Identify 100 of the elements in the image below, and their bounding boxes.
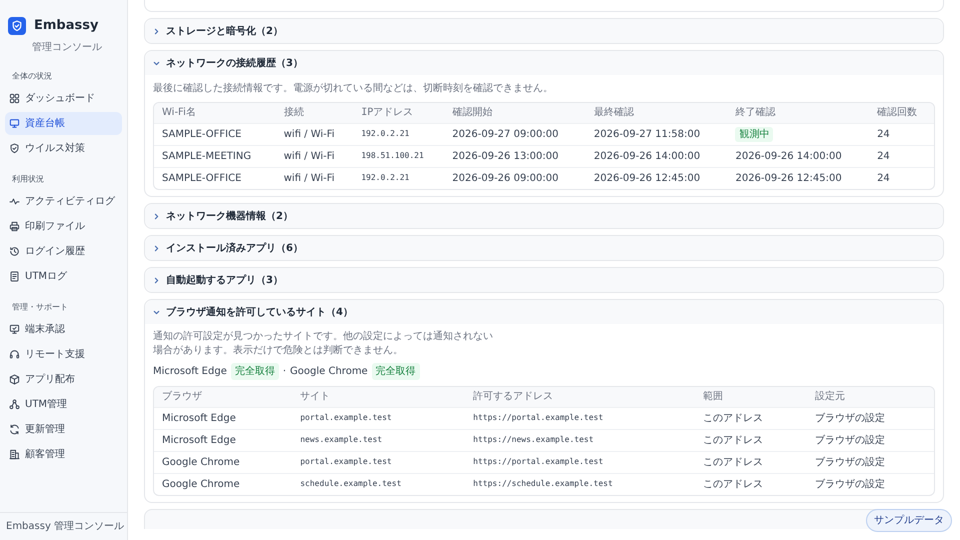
shield-check-icon [9,142,20,154]
table-cell: 2026-09-27 09:00:00 [444,123,586,145]
nav-group-label: 管理・サポート [12,302,69,313]
browser-name: Google Chrome [290,365,368,379]
column-header: Wi-Fi名 [154,103,276,123]
table-cell: このアドレス [694,451,808,473]
chevron-right-icon [153,244,160,252]
chevron-right-icon [153,212,160,220]
document-icon [9,270,20,282]
chevron-down-icon [153,60,160,66]
status-badge: 完全取得 [230,363,279,380]
shield-logo-icon [8,16,26,35]
section-header[interactable]: ネットワーク機器情報（2） [145,204,943,228]
nav-item[interactable]: アクティビティログ [5,190,122,212]
table-cell: 24 [869,167,934,189]
nav-item[interactable]: アプリ配布 [5,368,122,390]
activity-icon [9,196,20,206]
table-cell: 2026-09-26 12:45:00 [727,167,870,189]
brand-name: Embassy [34,17,98,35]
column-header: 確認開始 [444,103,586,123]
sample-data-badge: サンプルデータ [866,509,952,532]
monitor-check-icon [9,324,20,334]
network-icon [9,398,20,410]
table-cell: ブラウザの設定 [807,473,934,495]
table-cell: schedule.example.test [292,473,466,495]
nav-item[interactable]: 更新管理 [5,418,122,440]
column-header: IPアドレス [353,103,444,123]
table-cell: wifi / Wi-Fi [276,167,354,189]
nav-item[interactable]: 資産台帳 [5,112,122,134]
section-header[interactable]: ブラウザ通知を許可しているサイト（4） [145,300,943,324]
box-icon [9,374,20,384]
nav-item[interactable]: ログイン履歴 [5,240,122,262]
section-description: 通知の許可設定が見つかったサイトです。他の設定によっては通知されない場合があります。表示だけで危険とは判断できません。 [153,330,494,357]
column-header: 接続 [276,103,354,123]
table-cell: wifi / Wi-Fi [276,123,354,145]
table-cell: このアドレス [694,429,808,451]
section-header[interactable]: ネットワークの接続履歴（3） [145,51,943,75]
headset-icon [9,348,20,360]
section-header[interactable]: インストール済みアプリ（6） [145,236,943,260]
status-badge: 観測中 [735,126,774,142]
table-cell: https://news.example.test [465,429,695,451]
nav-item[interactable]: UTMログ [5,264,122,288]
column-header: サイト [292,387,466,407]
table-cell: Microsoft Edge [154,407,292,429]
nav-item[interactable]: 印刷ファイル [5,214,122,238]
nav-item[interactable]: ダッシュボード [5,86,122,110]
column-header: 許可するアドレス [465,387,695,407]
table-cell: 24 [869,145,934,167]
table-cell: 24 [869,123,934,145]
column-header: 終了確認 [727,103,870,123]
chevron-down-icon [153,308,160,316]
table-cell: Microsoft Edge [154,429,292,451]
table-cell: SAMPLE-OFFICE [154,123,276,145]
table-cell: このアドレス [694,407,808,429]
monitor-icon [9,118,20,128]
table-cell: ブラウザの設定 [807,407,934,429]
table-cell: portal.example.test [292,407,466,429]
nav-item[interactable]: 端末承認 [5,318,122,340]
footer-text: Embassy 管理コンソール [0,512,127,540]
table-cell: 2026-09-26 12:45:00 [586,167,728,189]
section-header[interactable]: 自動起動するアプリ（3） [145,268,943,292]
section-header[interactable]: ストレージと暗号化（2） [145,19,943,43]
section-description: 最後に確認した接続情報です。電源が切れている間などは、切断時刻を確認できません。 [153,82,554,96]
brand-subtitle: 管理コンソール [32,40,102,54]
table-cell: news.example.test [292,429,466,451]
printer-icon [9,220,20,232]
nav-item[interactable]: UTM管理 [5,392,122,416]
table-cell: このアドレス [694,473,808,495]
table-cell: https://portal.example.test [465,451,695,473]
building-icon [9,448,20,460]
table-cell: ブラウザの設定 [807,429,934,451]
nav-item[interactable]: リモート支援 [5,342,122,366]
status-badge: 完全取得 [372,363,420,380]
chevron-right-icon [153,28,160,34]
grid-icon [9,92,20,104]
nav-group-label: 利用状況 [12,174,45,185]
table-cell: portal.example.test [292,451,466,473]
nav-item[interactable]: 顧客管理 [5,442,122,466]
browser-name: Microsoft Edge [153,365,227,379]
column-header: 確認回数 [869,103,934,123]
table-cell: 2026-09-27 11:58:00 [586,123,728,145]
table-cell: 198.51.100.21 [353,145,444,167]
table-cell: ブラウザの設定 [807,451,934,473]
table-cell: SAMPLE-MEETING [154,145,276,167]
column-header: 設定元 [807,387,934,407]
table-cell: https://portal.example.test [465,407,695,429]
chevron-right-icon [153,276,160,284]
table-cell: 192.0.2.21 [353,123,444,145]
column-header: ブラウザ [154,387,292,407]
refresh-icon [9,424,20,434]
table-cell: SAMPLE-OFFICE [154,167,276,189]
column-header: 最終確認 [586,103,728,123]
table-cell: 2026-09-26 09:00:00 [444,167,586,189]
column-header: 範囲 [694,387,808,407]
table-cell: 192.0.2.21 [353,167,444,189]
table-cell: wifi / Wi-Fi [276,145,354,167]
nav-item[interactable]: ウイルス対策 [5,136,122,160]
table-cell: Google Chrome [154,473,292,495]
table-cell: Google Chrome [154,451,292,473]
table-cell: 2026-09-26 14:00:00 [586,145,728,167]
